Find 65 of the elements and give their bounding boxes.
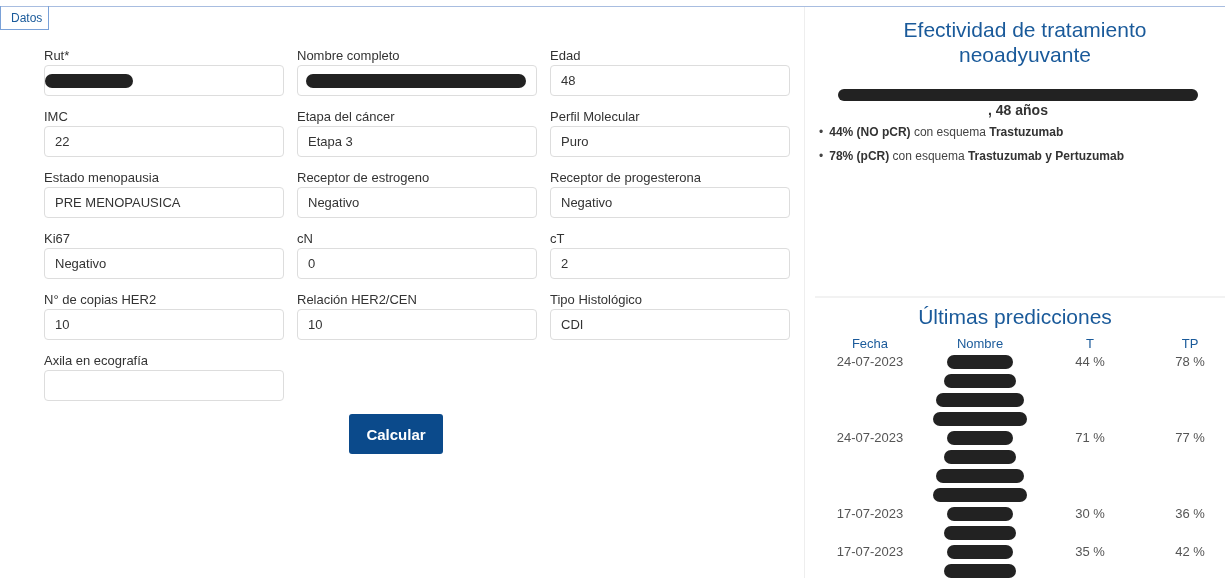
input-field[interactable]: 10 <box>297 309 537 340</box>
field-label: cN <box>297 231 314 246</box>
result-item: 78% (pCR) con esquema Trastuzumab y Pertuzumab <box>829 149 1124 164</box>
field-label: Relación HER2/CEN <box>297 292 418 307</box>
input-field[interactable]: 2 <box>550 248 790 279</box>
table-cell-text: 77 % <box>1174 429 1206 447</box>
tab[interactable]: Datos <box>0 6 50 30</box>
input-field[interactable]: 10 <box>44 309 284 340</box>
field-label: cT <box>550 231 566 246</box>
input-field[interactable] <box>297 65 537 96</box>
table-cell-text: 24-07-2023 <box>835 429 905 447</box>
field-label: IMC <box>44 109 69 124</box>
input-field[interactable]: PRE MENOPAUSICA <box>44 187 284 218</box>
field-label: Edad <box>550 48 582 63</box>
section-title: Últimas predicciones <box>917 304 1113 330</box>
field-label: Receptor de progesterona <box>550 170 703 185</box>
input-field[interactable] <box>44 65 284 96</box>
bullet: • <box>819 149 824 164</box>
redaction-mark <box>944 564 1016 578</box>
redaction-mark <box>947 355 1013 369</box>
field-label: Nombre completo <box>297 48 401 63</box>
field-label: Axila en ecografía <box>44 353 150 368</box>
table-cell-text: 78 % <box>1174 353 1206 371</box>
table-cell-text: 30 % <box>1074 505 1106 523</box>
field-label: Estado menopausia <box>44 170 160 185</box>
column-header: Fecha <box>850 335 890 352</box>
section-title: Efectividad de tratamiento neoadyuvante <box>902 17 1148 67</box>
input-field[interactable]: 48 <box>550 65 790 96</box>
input-field[interactable]: CDI <box>550 309 790 340</box>
table-cell-text: 44 % <box>1074 353 1106 371</box>
redaction-mark <box>947 545 1013 559</box>
table-cell-text: 17-07-2023 <box>835 543 905 561</box>
redaction-mark <box>944 526 1016 540</box>
input-field[interactable]: Puro <box>550 126 790 157</box>
table-cell-text: 24-07-2023 <box>835 353 905 371</box>
column-header: T <box>1085 335 1095 352</box>
calculate-button[interactable]: Calcular <box>349 414 443 454</box>
field-label: Receptor de estrogeno <box>297 170 431 185</box>
field-label: Perfil Molecular <box>550 109 641 124</box>
table-cell-text: 42 % <box>1174 543 1206 561</box>
table-cell-text: 35 % <box>1074 543 1106 561</box>
field-label: Ki67 <box>44 231 72 246</box>
redaction-mark <box>944 450 1016 464</box>
patient-age: , 48 años <box>987 101 1048 119</box>
table-cell-text: 36 % <box>1174 505 1206 523</box>
field-label: Tipo Histológico <box>550 292 643 307</box>
input-field[interactable]: 22 <box>44 126 284 157</box>
redaction-mark <box>944 374 1016 388</box>
input-field[interactable] <box>44 370 284 401</box>
input-field[interactable]: 0 <box>297 248 537 279</box>
input-field[interactable]: Negativo <box>550 187 790 218</box>
bullet: • <box>819 125 824 140</box>
input-field[interactable]: Negativo <box>297 187 537 218</box>
column-header: TP <box>1180 335 1200 352</box>
input-field[interactable]: Negativo <box>44 248 284 279</box>
result-item: 44% (NO pCR) con esquema Trastuzumab <box>829 125 1064 140</box>
field-label: Rut* <box>44 48 71 63</box>
field-label: Etapa del cáncer <box>297 109 396 124</box>
input-field[interactable]: Etapa 3 <box>297 126 537 157</box>
table-cell-text: 71 % <box>1074 429 1106 447</box>
redaction-mark <box>947 507 1013 521</box>
field-label: N° de copias HER2 <box>44 292 158 307</box>
table-cell-text: 17-07-2023 <box>835 505 905 523</box>
column-header: Nombre <box>955 335 1005 352</box>
redaction-mark <box>947 431 1013 445</box>
